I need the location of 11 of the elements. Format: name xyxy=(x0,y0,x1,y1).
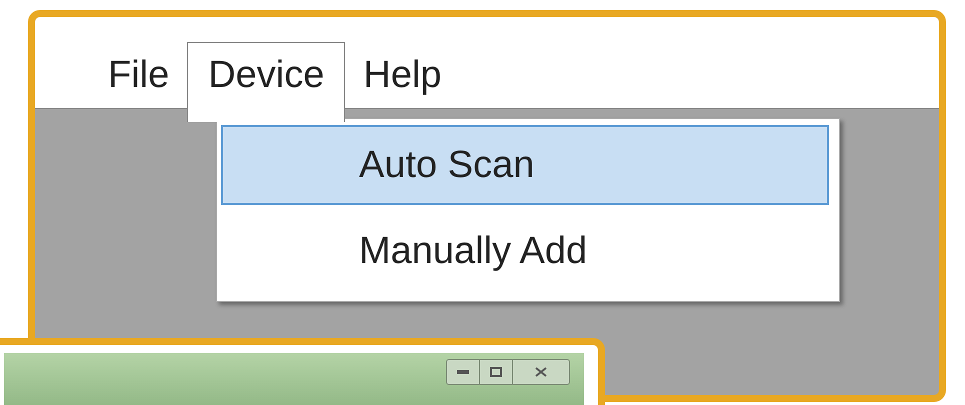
dropdown-item[interactable]: Auto Scan xyxy=(221,125,829,205)
maximize-button[interactable] xyxy=(480,359,512,385)
close-icon xyxy=(535,367,547,377)
menu-item[interactable]: Help xyxy=(345,42,460,108)
minimize-icon xyxy=(457,370,469,374)
minimize-button[interactable] xyxy=(446,359,480,385)
menu-item[interactable]: Device xyxy=(187,42,346,122)
maximize-icon xyxy=(490,367,502,377)
close-button[interactable] xyxy=(512,359,570,385)
dropdown-item[interactable]: Manually Add xyxy=(221,211,829,291)
menu-item[interactable]: File xyxy=(90,42,188,108)
